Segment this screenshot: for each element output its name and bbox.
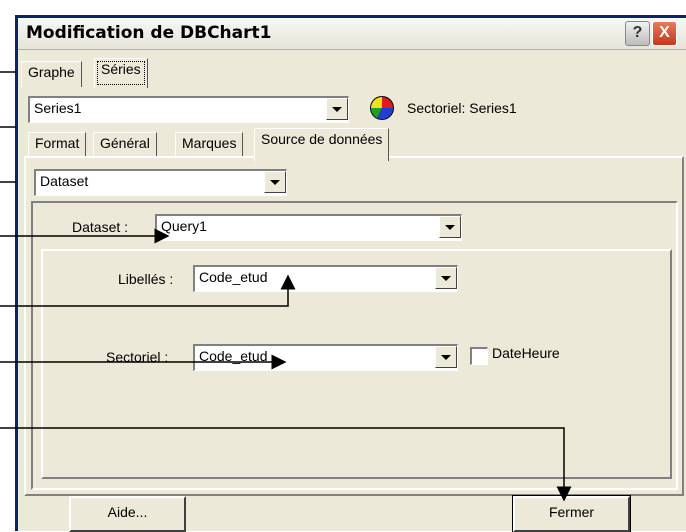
dataset-label: Dataset : (72, 219, 129, 235)
tab-general[interactable]: Général (93, 132, 157, 158)
close-button[interactable]: Fermer (512, 495, 631, 532)
tab-graphe[interactable]: Graphe (21, 61, 82, 87)
source-select-value: Dataset (40, 173, 89, 189)
libelles-select[interactable]: Code_etud (193, 265, 458, 292)
series-select[interactable]: Series1 (28, 96, 349, 123)
series-select-value: Series1 (34, 100, 82, 116)
series-type-label: Sectoriel: Series1 (407, 100, 517, 116)
close-icon[interactable]: X (652, 21, 677, 46)
tab-source-donnees[interactable]: Source de données (254, 128, 390, 161)
window-title: Modification de DBChart1 (26, 23, 272, 43)
dialog-window: Modification de DBChart1 ? X Graphe Séri… (15, 15, 686, 532)
source-select[interactable]: Dataset (34, 169, 287, 196)
dataset-select[interactable]: Query1 (155, 214, 462, 241)
title-bar: Modification de DBChart1 ? X (18, 18, 686, 50)
tab-series[interactable]: Séries (94, 58, 148, 88)
tab-marques[interactable]: Marques (175, 132, 244, 158)
dropdown-arrow-icon[interactable] (439, 216, 461, 238)
sectoriel-select-value: Code_etud (199, 348, 268, 364)
sectoriel-select[interactable]: Code_etud (193, 344, 458, 371)
libelles-select-value: Code_etud (199, 269, 268, 285)
help-icon[interactable]: ? (625, 21, 650, 46)
dropdown-arrow-icon[interactable] (435, 267, 457, 289)
dateheure-label: DateHeure (492, 345, 560, 361)
dateheure-checkbox[interactable] (470, 347, 488, 365)
help-button[interactable]: Aide... (69, 496, 186, 532)
dropdown-arrow-icon[interactable] (435, 346, 457, 368)
libelles-label: Libellés : (118, 271, 174, 287)
dropdown-arrow-icon[interactable] (326, 98, 348, 120)
sectoriel-label: Sectoriel : (106, 349, 169, 365)
dropdown-arrow-icon[interactable] (264, 171, 286, 193)
tab-format[interactable]: Format (28, 132, 87, 158)
pie-chart-icon (370, 96, 394, 120)
dataset-select-value: Query1 (161, 218, 207, 234)
